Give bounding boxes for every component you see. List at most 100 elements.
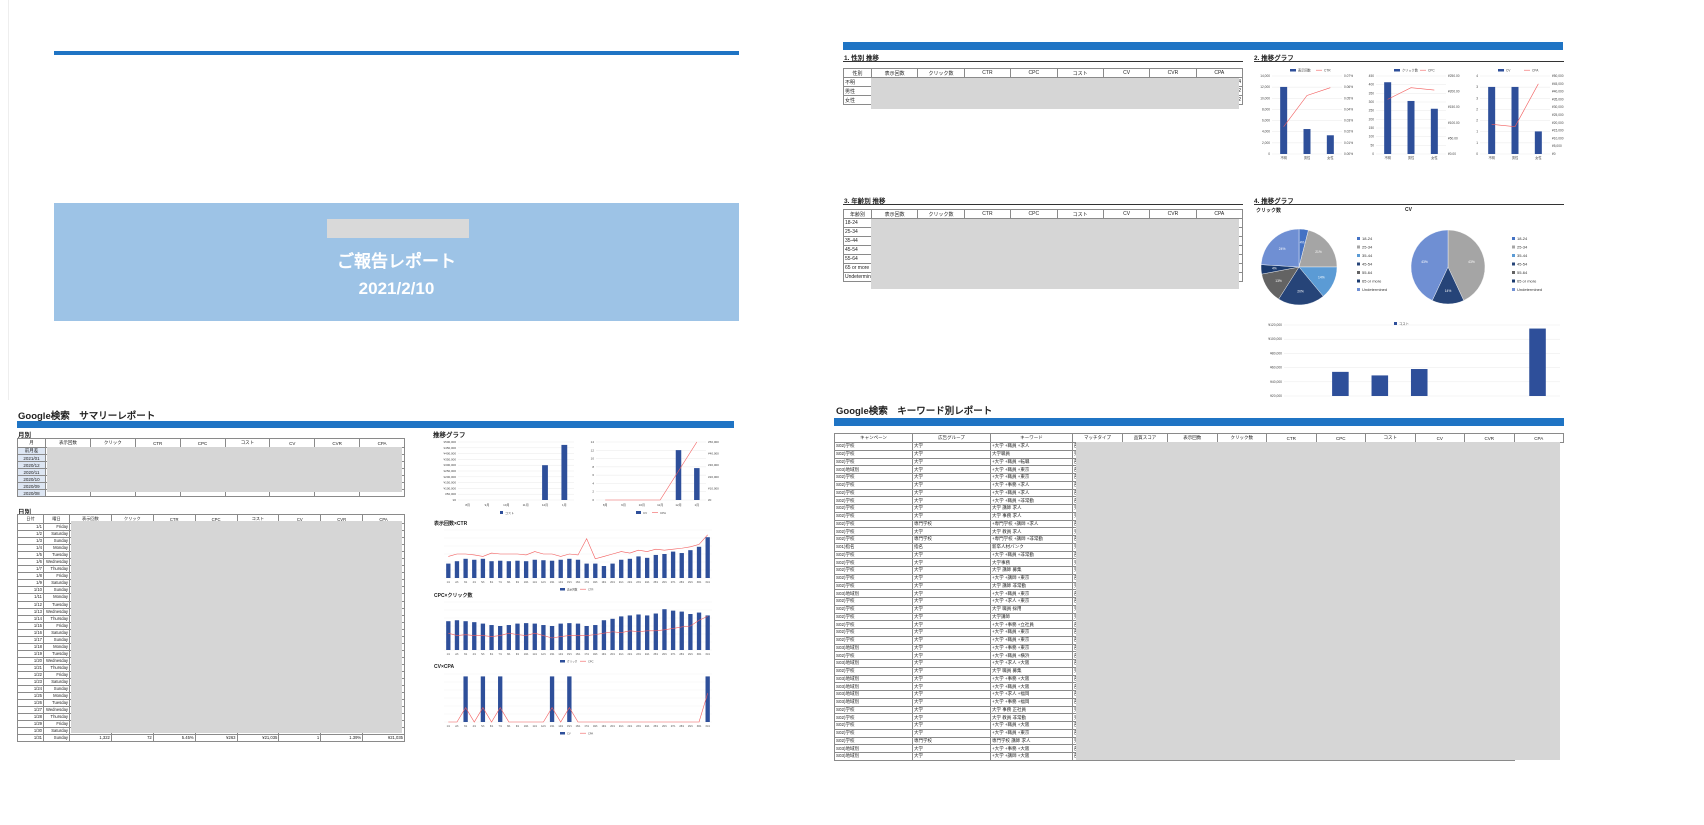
- tick-label: 12,000: [1260, 85, 1270, 89]
- weekday-cell: Tuesday: [43, 699, 70, 708]
- tick-label: 11/1: [533, 653, 538, 656]
- weekday-cell: Friday: [43, 720, 70, 729]
- column-header: コスト: [1056, 209, 1104, 219]
- column-header: CVR: [1149, 68, 1197, 78]
- adgroup-cell: 大学: [912, 442, 991, 451]
- bar: [558, 559, 563, 578]
- bar: [1371, 375, 1389, 396]
- summary-page: Google検索 サマリーレポート 月別 月表示回数 クリック CTR CPC コスト C…: [0, 400, 790, 825]
- keyword-cell: 大学事務: [990, 558, 1073, 567]
- tick-label: 8月: [465, 503, 470, 507]
- series-line: [1283, 87, 1331, 127]
- tick-label: ¥0: [1552, 152, 1556, 156]
- tick-label: 4: [592, 481, 594, 485]
- legend-label: 表示回数: [1298, 68, 1312, 73]
- tick-label: ¥250,000: [443, 469, 456, 473]
- tick-label: 16/1: [576, 581, 581, 584]
- tick-label: ¥150.00: [1448, 105, 1460, 109]
- campaign-cell: S02)学校: [834, 721, 913, 730]
- legend-label: CV: [1506, 69, 1511, 73]
- data-cell: 72: [110, 734, 154, 743]
- legend-label: 35-44: [1362, 253, 1373, 258]
- campaign-cell: S02)学校: [834, 566, 913, 575]
- date-cell: 1/10: [17, 586, 44, 595]
- tick-label: 3/1: [464, 725, 468, 728]
- bar: [636, 614, 641, 650]
- summary-title: Google検索 サマリーレポート: [18, 411, 156, 422]
- bar: [645, 615, 650, 650]
- tick-label: ¥0.00: [1448, 152, 1456, 156]
- campaign-cell: S02)学校: [834, 519, 913, 529]
- tick-label: 9/1: [516, 653, 520, 656]
- bar: [454, 561, 460, 578]
- tick-label: 9月: [485, 503, 490, 507]
- campaign-cell: S02)学校: [834, 628, 913, 637]
- tick-label: 28/1: [679, 725, 684, 728]
- keyword-cell: +大学 +職員 +東京: [990, 728, 1073, 738]
- campaign-cell: S02)学校: [834, 581, 913, 591]
- column-header: クリック数: [917, 209, 965, 219]
- date-cell: 1/19: [17, 649, 44, 658]
- tick-label: 9/1: [516, 581, 520, 584]
- tick-label: ¥120,000: [1268, 323, 1282, 327]
- keyword-top-rule: [834, 418, 1564, 426]
- campaign-cell: S03)地域別: [834, 659, 913, 668]
- bar: [498, 626, 503, 650]
- bar: [696, 612, 702, 650]
- tick-label: 18/1: [593, 581, 598, 584]
- tick-label: ¥300,000: [443, 463, 456, 467]
- slice-label: 21%: [1315, 250, 1322, 254]
- campaign-cell: S02)学校: [834, 651, 913, 660]
- slice-label: 13%: [1275, 279, 1282, 283]
- tick-label: 12/1: [541, 581, 546, 584]
- daily-data-mask: [71, 521, 402, 733]
- date-cell: 1/23: [17, 678, 44, 687]
- slice-label: 4%: [1300, 240, 1305, 244]
- tick-label: 14/1: [558, 725, 563, 728]
- tick-label: 0.06%: [1344, 85, 1353, 89]
- adgroup-cell: 大学: [912, 511, 991, 521]
- tick-label: ¥5,000: [1552, 144, 1562, 148]
- legend-label: 18-24: [1362, 236, 1373, 241]
- tick-label: 25/1: [653, 581, 658, 584]
- campaign-cell: S02)学校: [834, 558, 913, 567]
- weekday-cell: Wednesday: [43, 607, 70, 616]
- date-cell: 1/24: [17, 685, 44, 694]
- row-label: 45-54: [843, 245, 872, 255]
- weekday-cell: Monday: [43, 692, 70, 701]
- tick-label: 2: [1476, 107, 1478, 111]
- adgroup-cell: 大学: [912, 480, 991, 490]
- tick-label: 0.03%: [1344, 119, 1353, 123]
- legend-swatch: [1512, 262, 1515, 266]
- bar: [610, 618, 615, 650]
- campaign-cell: S02)学校: [834, 604, 913, 614]
- legend-label: コスト: [1399, 321, 1409, 326]
- campaign-cell: S02)学校: [834, 573, 913, 583]
- bar: [472, 559, 477, 578]
- slice-label: 43%: [1421, 260, 1428, 264]
- weekday-cell: Thursday: [43, 713, 70, 722]
- campaign-cell: S02)学校: [834, 666, 913, 676]
- legend-swatch: [1512, 254, 1515, 257]
- row-label: Undetermined: [843, 272, 872, 282]
- keyword-cell: 専門学校 講師 求人: [990, 736, 1073, 746]
- tick-label: 30/1: [697, 653, 702, 656]
- date-cell: 1/1: [17, 522, 44, 532]
- column-header: CV: [1102, 209, 1151, 219]
- tick-label: 7/1: [499, 653, 503, 656]
- tick-label: 25/1: [653, 725, 658, 728]
- adgroup-cell: 大学: [912, 581, 991, 591]
- tick-label: 21/1: [619, 581, 624, 584]
- tick-label: 0: [1268, 152, 1270, 156]
- bar: [696, 546, 702, 578]
- adgroup-cell: 大学: [912, 473, 991, 482]
- tick-label: 10/1: [524, 653, 529, 656]
- legend-swatch: [560, 660, 565, 663]
- tick-label: ¥45,000: [1552, 82, 1564, 86]
- tick-label: 7/1: [499, 581, 503, 584]
- tick-label: 3/1: [464, 653, 468, 656]
- tick-label: 1月: [562, 503, 567, 507]
- legend-swatch: [1290, 69, 1296, 72]
- slice-label: 20%: [1297, 290, 1304, 294]
- legend-label: CPC: [1428, 69, 1435, 73]
